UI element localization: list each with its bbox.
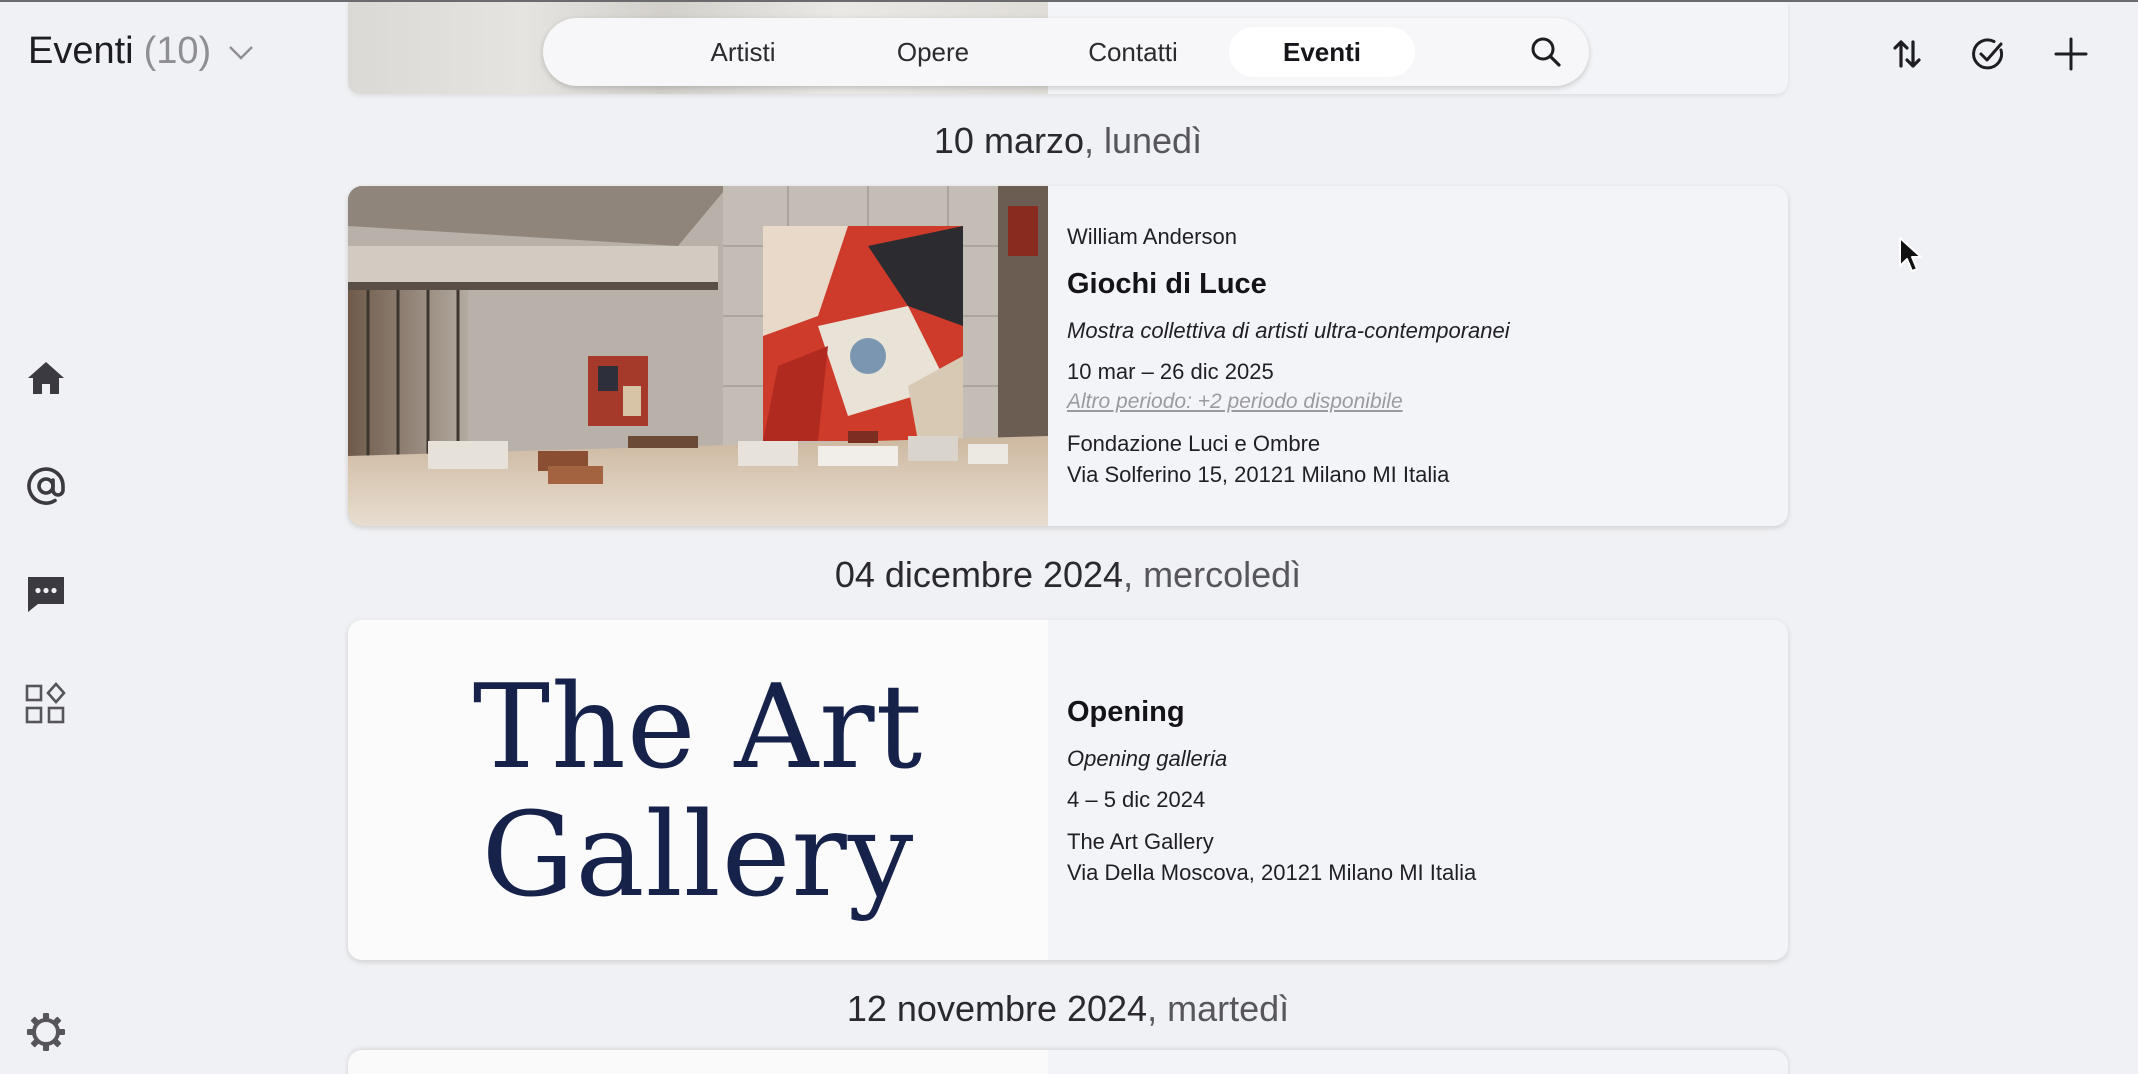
logo-text-line1: The Art — [472, 660, 924, 795]
chat-icon[interactable] — [24, 572, 68, 616]
event-venue: Fondazione Luci e Ombre Via Solferino 15… — [1067, 428, 1449, 490]
plus-icon[interactable] — [2051, 34, 2091, 74]
next-event-card[interactable] — [348, 1050, 1788, 1074]
tab-artisti[interactable]: Artisti — [673, 27, 813, 77]
weekday-label: , martedì — [1147, 988, 1290, 1029]
date-label: 12 novembre 2024 — [846, 988, 1148, 1029]
check-circle-icon[interactable] — [1968, 34, 2008, 74]
home-icon[interactable] — [24, 356, 68, 400]
settings-icon[interactable] — [24, 1010, 68, 1054]
event-dates: 4 – 5 dic 2024 — [1067, 787, 1206, 812]
chevron-down-icon — [225, 36, 257, 68]
venue-name: The Art Gallery — [1067, 829, 1214, 854]
app-window: Eventi (10) Artisti Opere Contatti Event… — [0, 0, 2138, 1074]
apps-icon[interactable] — [24, 682, 68, 726]
date-label: 10 marzo — [933, 120, 1084, 161]
date-heading: 12 novembre 2024, martedì — [348, 988, 1788, 1030]
other-period-link[interactable]: Altro periodo: +2 periodo disponibile — [1067, 390, 1403, 414]
tab-opere[interactable]: Opere — [863, 27, 1003, 77]
date-label: 04 dicembre 2024 — [834, 554, 1124, 595]
venue-address: Via Solferino 15, 20121 Milano MI Italia — [1067, 462, 1450, 487]
weekday-label: , mercoledì — [1123, 554, 1302, 595]
logo-text-line2: Gallery — [481, 788, 915, 923]
venue-name: Fondazione Luci e Ombre — [1067, 431, 1321, 456]
tab-eventi[interactable]: Eventi — [1229, 27, 1415, 77]
event-dates: 10 mar – 26 dic 2025 — [1067, 359, 1274, 384]
venue-address: Via Della Moscova, 20121 Milano MI Itali… — [1067, 860, 1477, 885]
event-artist[interactable]: William Anderson — [1067, 224, 1237, 250]
sort-icon[interactable] — [1887, 34, 1927, 74]
weekday-label: , lunedì — [1083, 120, 1203, 161]
at-icon[interactable] — [24, 464, 68, 508]
gallery-logo-image: The Art Gallery — [348, 620, 1048, 960]
event-card[interactable]: The Art Gallery Opening Opening galleria… — [348, 620, 1788, 960]
tab-contatti[interactable]: Contatti — [1043, 27, 1223, 77]
top-navigation: Artisti Opere Contatti Eventi — [543, 18, 1589, 86]
date-heading: 10 marzo, lunedì — [348, 120, 1788, 162]
event-count: (10) — [143, 30, 212, 72]
event-subtitle: Opening galleria — [1067, 746, 1228, 771]
event-title[interactable]: Giochi di Luce — [1067, 268, 1267, 301]
page-title-dropdown[interactable]: Eventi (10) — [28, 30, 257, 73]
event-venue: The Art Gallery Via Della Moscova, 20121… — [1067, 826, 1476, 888]
page-title: Eventi — [28, 30, 134, 72]
search-icon[interactable] — [1529, 35, 1563, 69]
date-heading: 04 dicembre 2024, mercoledì — [348, 554, 1788, 596]
event-subtitle: Mostra collettiva di artisti ultra-conte… — [1067, 318, 1510, 343]
event-title[interactable]: Opening — [1067, 696, 1185, 729]
next-event-image — [348, 1050, 1048, 1074]
mouse-cursor-icon — [1898, 236, 1924, 274]
event-image — [348, 186, 1048, 526]
event-card[interactable]: William Anderson Giochi di Luce Mostra c… — [348, 186, 1788, 526]
